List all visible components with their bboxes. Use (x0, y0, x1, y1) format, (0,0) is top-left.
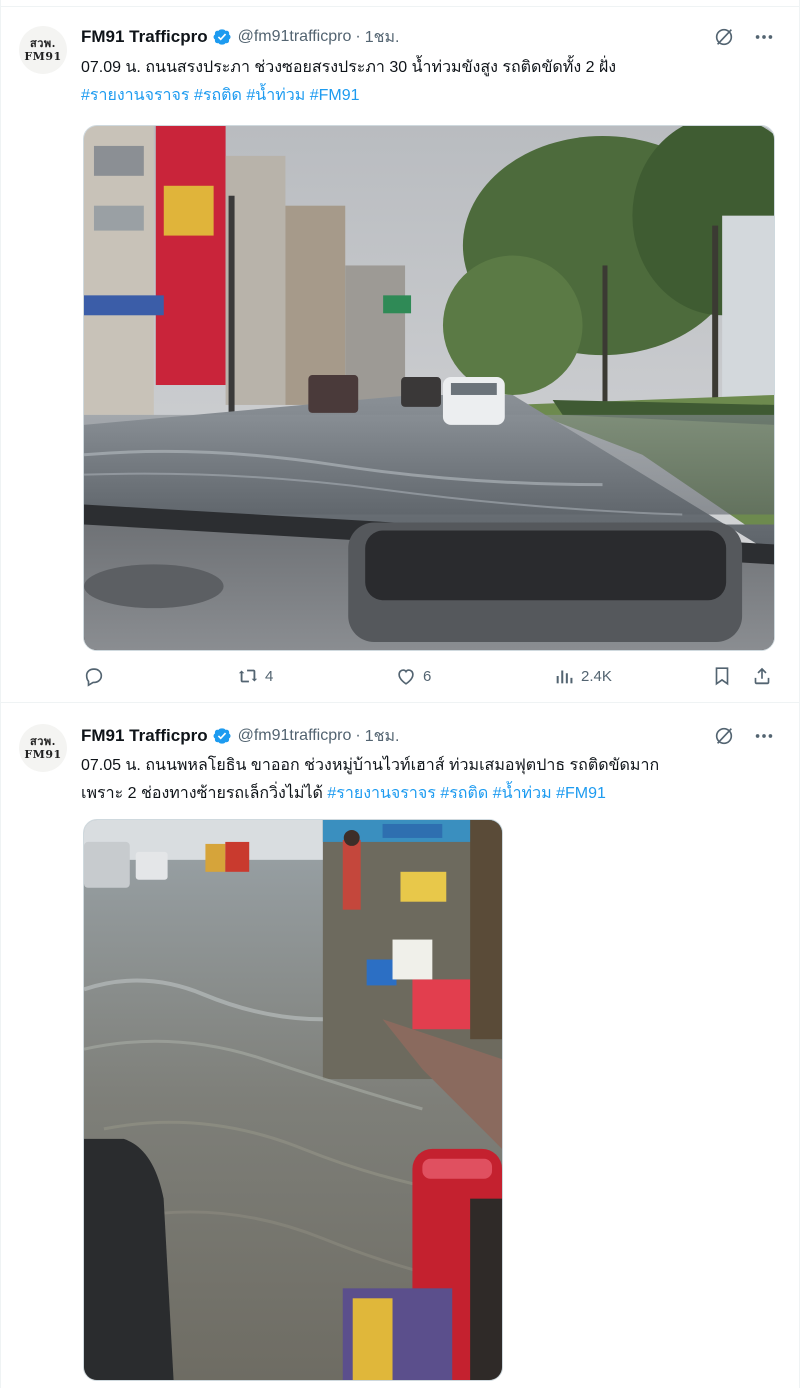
tweet-text-line: 07.09 น. ถนนสรงประภา ช่วงซอยสรงประภา 30 … (81, 59, 617, 76)
tweet-text-segment: เพราะ 2 ช่องทางซ้ายรถเล็กวิ่งไม่ได้ (81, 785, 323, 802)
reply-button[interactable] (83, 664, 111, 688)
hashtag[interactable]: #FM91 (556, 785, 606, 802)
retweet-count: 4 (265, 667, 274, 685)
grok-icon[interactable] (713, 725, 735, 747)
timestamp[interactable]: 1ชม. (365, 25, 400, 50)
hashtag-list: #รายงานจราจร #รถติด #น้ำท่วม #FM91 (81, 82, 771, 110)
retweet-icon (237, 665, 259, 687)
avatar-text-line2: FM91 (24, 748, 62, 761)
avatar-text-line1: สวพ. (30, 735, 56, 748)
more-icon[interactable] (753, 725, 775, 747)
hashtag[interactable]: #น้ำท่วม (246, 87, 305, 104)
separator: · (355, 28, 361, 45)
bookmark-button[interactable] (711, 664, 733, 688)
views-button[interactable]: 2.4K (553, 664, 612, 688)
share-icon (751, 665, 773, 687)
hashtag[interactable]: #รถติด (440, 785, 488, 802)
views-icon (553, 665, 575, 687)
tweet-header: FM91 Trafficpro @fm91trafficpro · 1ชม. (81, 725, 399, 747)
action-bar: 4 6 2.4K (83, 664, 775, 688)
avatar-text-line2: FM91 (24, 50, 62, 63)
verified-badge-icon (212, 726, 232, 746)
avatar[interactable]: สวพ. FM91 (19, 724, 67, 772)
tweet[interactable]: สวพ. FM91 FM91 Trafficpro @fm91trafficpr… (1, 8, 800, 703)
more-icon[interactable] (753, 26, 775, 48)
verified-badge-icon (212, 27, 232, 47)
hashtag[interactable]: #FM91 (310, 87, 360, 104)
hashtag[interactable]: #น้ำท่วม (493, 785, 552, 802)
tweet-header: FM91 Trafficpro @fm91trafficpro · 1ชม. (81, 26, 399, 48)
tweet-text-line: 07.05 น. ถนนพหลโยธิน ขาออก ช่วงหมู่บ้านไ… (81, 757, 660, 774)
flooded-road-photo (84, 126, 774, 650)
bookmark-icon (711, 665, 733, 687)
header-actions (713, 725, 775, 747)
handle[interactable]: @fm91trafficpro (238, 28, 352, 46)
handle[interactable]: @fm91trafficpro (238, 727, 352, 745)
header-actions (713, 26, 775, 48)
hashtag[interactable]: #รถติด (194, 87, 242, 104)
flooded-street-photo (84, 820, 502, 1380)
reply-icon (83, 665, 105, 687)
display-name[interactable]: FM91 Trafficpro (81, 27, 208, 47)
tweet-photo[interactable] (83, 125, 775, 651)
display-name[interactable]: FM91 Trafficpro (81, 726, 208, 746)
views-count: 2.4K (581, 667, 612, 685)
like-icon (395, 665, 417, 687)
tweet-text: 07.05 น. ถนนพหลโยธิน ขาออก ช่วงหมู่บ้านไ… (81, 752, 771, 808)
timeline: สวพ. FM91 FM91 Trafficpro @fm91trafficpr… (0, 0, 800, 1388)
separator: · (355, 727, 361, 744)
divider (1, 6, 800, 7)
retweet-button[interactable]: 4 (237, 664, 273, 688)
share-button[interactable] (751, 664, 773, 688)
tweet[interactable]: สวพ. FM91 FM91 Trafficpro @fm91trafficpr… (1, 704, 800, 1388)
grok-icon[interactable] (713, 26, 735, 48)
avatar-text-line1: สวพ. (30, 37, 56, 50)
hashtag[interactable]: #รายงานจราจร (327, 785, 436, 802)
tweet-photo[interactable] (83, 819, 503, 1381)
hashtag[interactable]: #รายงานจราจร (81, 87, 190, 104)
tweet-text-line: เพราะ 2 ช่องทางซ้ายรถเล็กวิ่งไม่ได้ #ราย… (81, 780, 771, 808)
avatar[interactable]: สวพ. FM91 (19, 26, 67, 74)
like-button[interactable]: 6 (395, 664, 431, 688)
timestamp[interactable]: 1ชม. (365, 724, 400, 749)
tweet-text: 07.09 น. ถนนสรงประภา ช่วงซอยสรงประภา 30 … (81, 54, 771, 110)
like-count: 6 (423, 667, 432, 685)
